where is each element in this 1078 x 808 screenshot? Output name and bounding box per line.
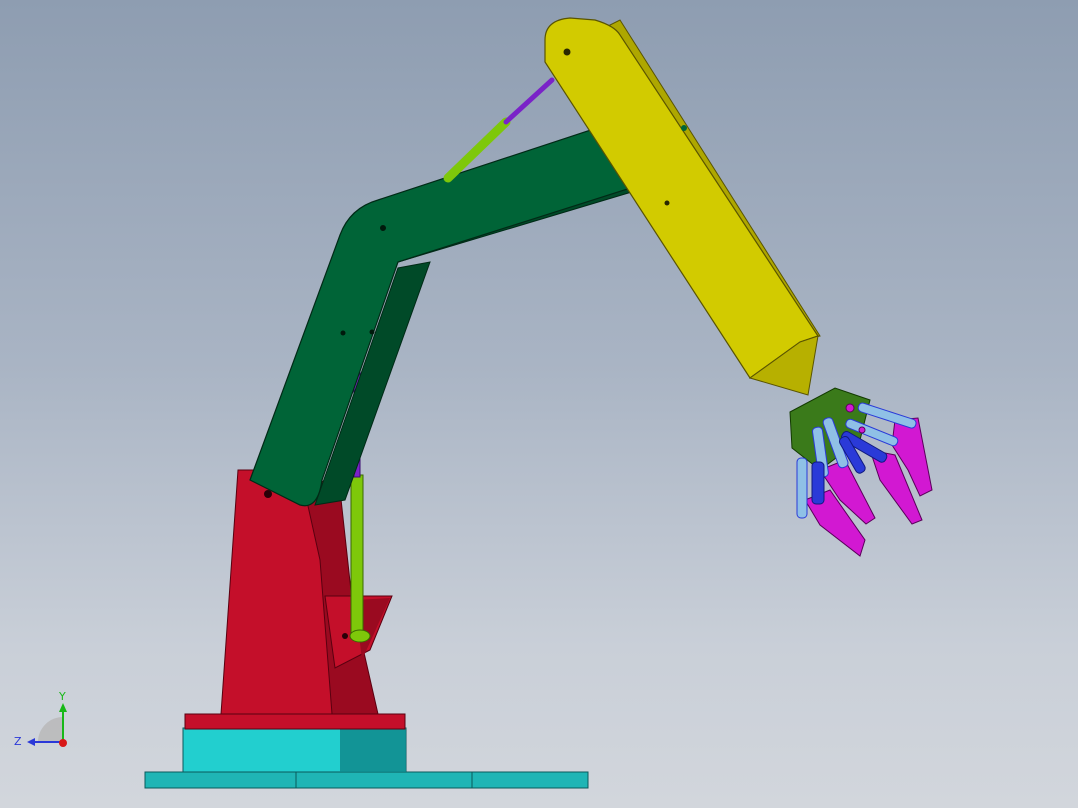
gripper-link-6 [811,461,825,505]
triad-z-label: Z [14,735,22,748]
base-plate [144,727,589,789]
lower-arm [249,120,661,507]
lower-arm-front [249,120,660,507]
lower-arm-hole-2 [380,225,386,231]
gripper [789,387,933,557]
upper-arm-hole-3 [681,125,687,131]
upper-arm-hole-1 [563,48,571,56]
3d-model-viewport[interactable]: Y Z [0,0,1078,808]
robot-arm-model[interactable]: Y Z [0,0,1078,808]
pedestal-pin-hole [264,490,272,498]
upper-arm [544,17,821,396]
pedestal [184,469,406,730]
coordinate-triad[interactable]: Y Z [14,690,67,748]
triad-x-axis [59,739,67,747]
base-plate-bottom [144,771,589,789]
lower-actuator-cylinder [350,474,364,636]
triad-orientation-arc [38,717,63,742]
lower-arm-hole-4 [369,329,375,335]
triad-y-label: Y [58,690,66,703]
gripper-link-4 [796,457,808,519]
upper-arm-hole-2 [664,200,670,206]
upper-actuator-rod [503,77,555,125]
lower-arm-hole-3 [340,330,346,336]
pedestal-cap [184,713,406,730]
